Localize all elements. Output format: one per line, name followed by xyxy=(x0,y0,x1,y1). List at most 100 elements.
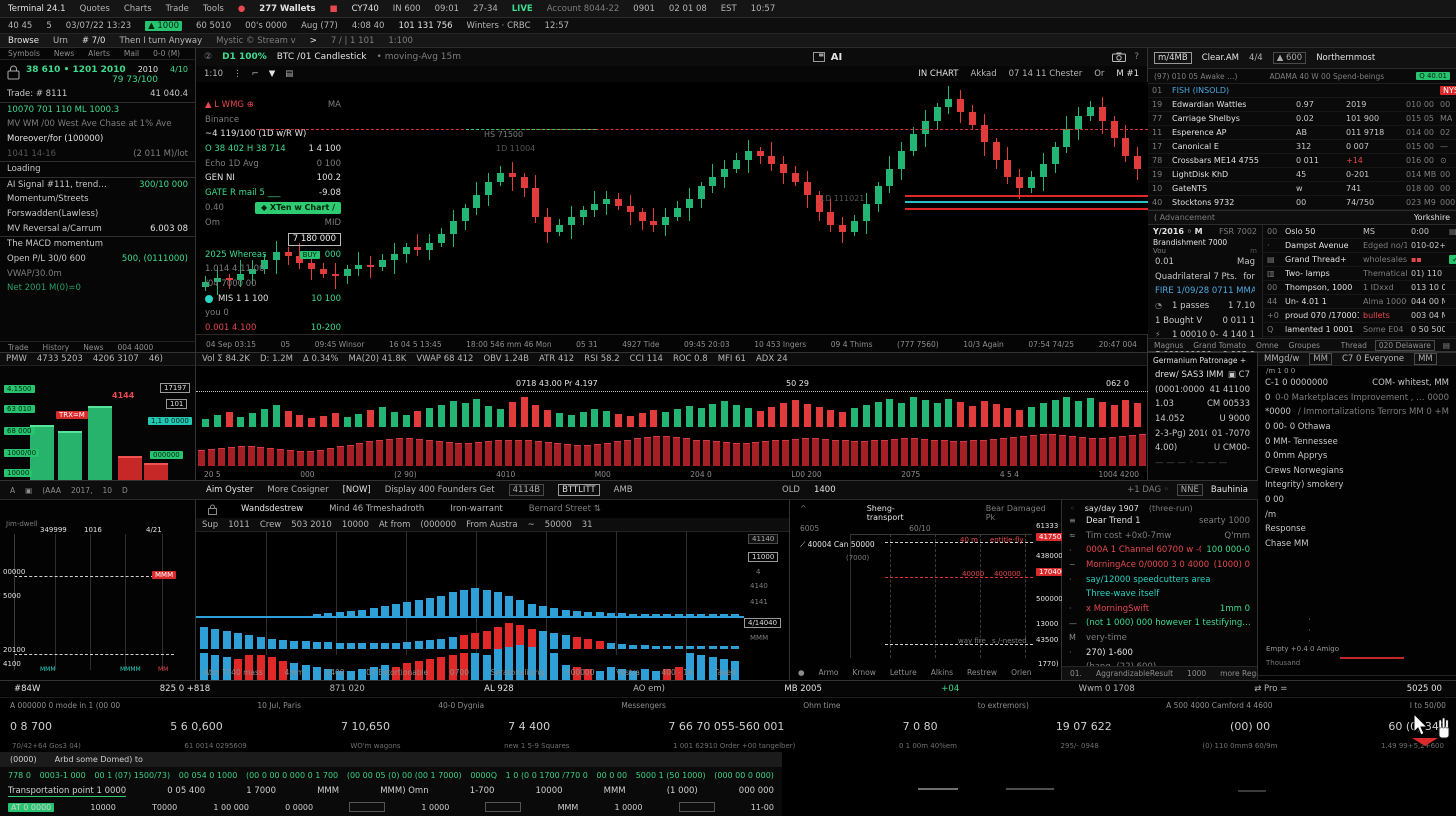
position-row[interactable]: ▥Two- lampsThematically01) 110 xyxy=(1263,267,1456,281)
oscillator-header-item[interactable]: Wandsdestrew xyxy=(241,504,303,514)
watchlist-row[interactable]: 77Carriage Shelbys0.02101 900015 05MA xyxy=(1148,112,1456,126)
chart-tool-item[interactable]: Or xyxy=(1094,69,1104,79)
help-icon[interactable]: ? xyxy=(1134,52,1139,62)
sidebar-header-item[interactable]: Alerts xyxy=(88,49,110,58)
sidebar-header-item[interactable]: News xyxy=(54,49,74,58)
order-row[interactable]: ◔1 passes1 7.10 xyxy=(1148,299,1262,314)
watchlist-row[interactable]: 40Stocktons 97320074/750023 M9000 xyxy=(1148,196,1456,210)
chart-tool-icon[interactable]: 1:10 xyxy=(204,69,223,79)
right-panel-tool[interactable]: Thread xyxy=(1341,341,1367,350)
sidebar-footer-tab[interactable]: 004 4000 xyxy=(118,343,154,352)
volume-chart[interactable]: 0718 43.00 Pr 4.19750 29062 0 20 5000(2 … xyxy=(196,365,1147,480)
sidebar-header-item[interactable]: Mail xyxy=(124,49,139,58)
order-row[interactable]: Quadrilateral 7 Pts.for xyxy=(1148,270,1262,285)
toolbar-item[interactable]: 12:57 xyxy=(545,21,570,31)
band-tab[interactable]: A xyxy=(10,486,15,495)
sidebar-row[interactable]: Open P/L 30/0 600500, (0111000) xyxy=(0,252,195,267)
menu-item[interactable]: Account 8044-22 xyxy=(547,4,620,14)
band-right-tab[interactable]: OLD xyxy=(782,485,800,495)
watchlist-header[interactable]: m/4MBClear.AM4/4▲ 600Northernmost xyxy=(1148,48,1456,69)
console-tab[interactable]: MM xyxy=(1414,353,1437,365)
watchlist-header-item[interactable]: 4/4 xyxy=(1249,53,1263,63)
order-row[interactable]: 0.01Mag xyxy=(1148,255,1262,270)
time-axis[interactable]: 04 Sep 03:150509:45 Winsor16 04 5 13:451… xyxy=(196,334,1147,353)
position-row[interactable]: 00Thompson, 10001 IDxxd013 10 000 xyxy=(1263,281,1456,295)
chart-tool-icon[interactable]: ▼ xyxy=(269,69,276,79)
trade-log-row[interactable]: ·270) 1-600 xyxy=(1062,646,1257,661)
position-row[interactable]: ·Dampst AvenueEdged no/10010-02+ xyxy=(1263,239,1456,253)
right-panel-tab[interactable]: Omne xyxy=(1256,341,1279,350)
sidebar-header-item[interactable]: Symbols xyxy=(8,49,40,58)
sidebar-row[interactable]: VWAP/30.0m xyxy=(0,267,195,282)
trade-log-footer-item[interactable]: AggrandizableResult xyxy=(1096,669,1173,678)
band-tab[interactable]: D xyxy=(122,486,128,495)
band-far-tab[interactable]: Bauhinia xyxy=(1211,485,1248,495)
oscillator-plot[interactable] xyxy=(196,531,744,655)
section-divider-right[interactable]: Yorkshire xyxy=(1414,213,1450,222)
toolbar-item[interactable]: Aug (77) xyxy=(301,21,338,31)
sidebar-row[interactable]: MV WM /00 West Ave Chase at 1% Ave xyxy=(0,117,195,132)
sidebar-row[interactable]: MV Reversal a/Carrum6.003 08 xyxy=(0,222,195,238)
sidebar-row[interactable]: 1041 14-16(2 011 M)/lot xyxy=(0,147,195,163)
stats-title[interactable]: Germanium Patronage + xyxy=(1148,353,1257,368)
trade-log-row[interactable]: Mvery-time xyxy=(1062,631,1257,646)
band-tab[interactable]: 2017, xyxy=(71,486,92,495)
right-panel-tab[interactable]: Grand Tomato xyxy=(1193,341,1246,350)
tab-item[interactable]: Urn xyxy=(53,36,68,46)
toolbar-item[interactable]: 03/07/22 13:23 xyxy=(66,21,131,31)
watchlist-row[interactable]: 19Edwardian Wattles0.972019010 0000 xyxy=(1148,98,1456,112)
tab-item[interactable]: 1:100 xyxy=(388,36,413,46)
toolbar-item[interactable]: 00's 0000 xyxy=(245,21,287,31)
toolbar-item[interactable]: 5 xyxy=(46,21,51,31)
sidebar-row[interactable]: Momentum/Streets xyxy=(0,192,195,207)
chart-tool-item[interactable]: Akkad xyxy=(971,69,997,79)
depth-panel[interactable]: ^ Sheng-transport Bear Damaged Pk 6005 6… xyxy=(790,500,1062,680)
record-icon[interactable]: ◦ xyxy=(1070,504,1075,513)
menu-item[interactable]: 0901 xyxy=(633,4,655,14)
band-tab[interactable]: (AAA xyxy=(42,486,61,495)
band-right-tab[interactable]: 1400 xyxy=(814,485,836,495)
toolbar-item[interactable]: 40 45 xyxy=(8,21,32,31)
chart-tool-item[interactable]: M #1 xyxy=(1116,69,1139,79)
menu-item[interactable]: 277 Wallets xyxy=(259,4,315,14)
watchlist-header-item[interactable]: m/4MB xyxy=(1154,52,1192,64)
chart-timeframe[interactable]: D1 100% xyxy=(222,52,267,62)
trade-log-row[interactable]: Three-wave itself xyxy=(1062,587,1257,602)
band-center-tab[interactable]: AMB xyxy=(614,485,633,495)
menu-item[interactable]: Trade xyxy=(166,4,189,14)
trade-log-row[interactable]: ·000A 1 Channel 60700 w -0 000100 000-0 xyxy=(1062,543,1257,558)
menu-item[interactable]: ■ xyxy=(330,4,338,14)
band-center-tab[interactable]: BTTLITT xyxy=(558,484,600,496)
toolbar-secondary[interactable]: 40 45503/07/22 13:23▲ 100060 501000's 00… xyxy=(0,18,1456,34)
band-center-tab[interactable]: More Cosigner xyxy=(267,485,328,495)
levels-grid-panel[interactable]: Jim-dwell34999910164/2100000500020100410… xyxy=(0,500,196,680)
tab-item[interactable]: Then I turn Anyway xyxy=(119,36,202,46)
sidebar-row[interactable]: 10070 701 110 ML 1000.3 xyxy=(0,103,195,118)
candlestick-chart[interactable]: HS 71500 1D 11004 1D 111021 ▲ L WMG ⊕MAB… xyxy=(196,82,1148,334)
chart-tool-item[interactable]: IN CHART xyxy=(918,69,958,79)
sidebar-row[interactable]: Moreover/for (100000) xyxy=(0,132,195,147)
position-row[interactable]: +0proud 070 /170001bullets003 04 M09 xyxy=(1263,309,1456,323)
menu-item[interactable]: 10:57 xyxy=(751,4,776,14)
right-panel-tool[interactable]: 020 Delaware xyxy=(1375,340,1435,351)
camera-icon[interactable] xyxy=(1112,52,1126,62)
sidebar-row[interactable]: Net 2001 M(0)=0 xyxy=(0,281,195,296)
chart-number-icon[interactable]: ② xyxy=(204,52,212,62)
band-mid-line[interactable] xyxy=(905,201,1148,203)
chart-tool-icon[interactable]: ▤ xyxy=(285,69,293,79)
inline-button[interactable]: ◆ XTen w Chart / xyxy=(255,202,341,214)
menu-item[interactable]: IN 600 xyxy=(393,4,421,14)
tab-item[interactable]: Mystic © Stream v xyxy=(216,36,296,46)
band-center-tab[interactable]: Display 400 Founders Get xyxy=(385,485,495,495)
sidebar-footer-tab[interactable]: Trade xyxy=(8,343,29,352)
menu-item[interactable]: 27-34 xyxy=(473,4,498,14)
tab-item[interactable]: 7 / | 1 101 xyxy=(331,36,375,46)
console-tab[interactable]: MMgd/w xyxy=(1264,354,1299,364)
watchlist-row[interactable]: 19LightDisk KhD450-201014 MB00 xyxy=(1148,168,1456,182)
tab-item[interactable]: Browse xyxy=(8,36,39,46)
tab-item[interactable]: # 7/0 xyxy=(82,36,106,46)
band-tab[interactable]: 10 xyxy=(102,486,112,495)
menu-item[interactable]: LIVE xyxy=(512,4,533,14)
menu-item[interactable]: 09:01 xyxy=(435,4,460,14)
chart-tool-icon[interactable]: ⌐ xyxy=(252,69,259,79)
